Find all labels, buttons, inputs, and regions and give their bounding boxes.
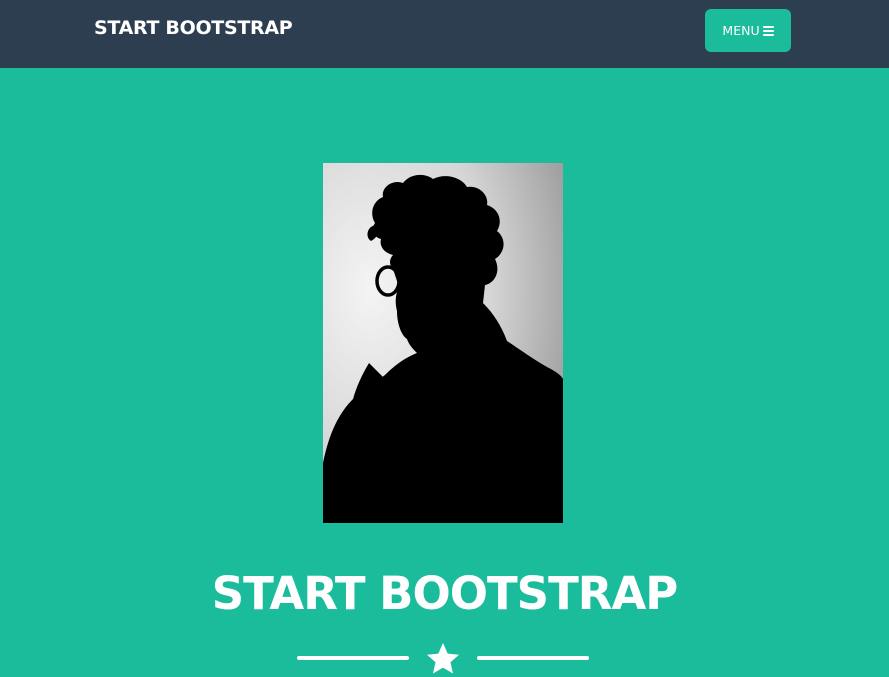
- avatar: [323, 163, 563, 523]
- navbar-brand[interactable]: START BOOTSTRAP: [94, 17, 293, 39]
- divider-line-left: [297, 656, 409, 660]
- divider-line-right: [477, 656, 589, 660]
- menu-button[interactable]: MENU: [705, 9, 791, 52]
- navbar: START BOOTSTRAP MENU: [0, 0, 889, 68]
- menu-button-label: MENU: [722, 23, 760, 38]
- bars-icon: [762, 26, 774, 36]
- star-icon: [427, 643, 459, 674]
- masthead-heading: START BOOTSTRAP: [211, 567, 679, 620]
